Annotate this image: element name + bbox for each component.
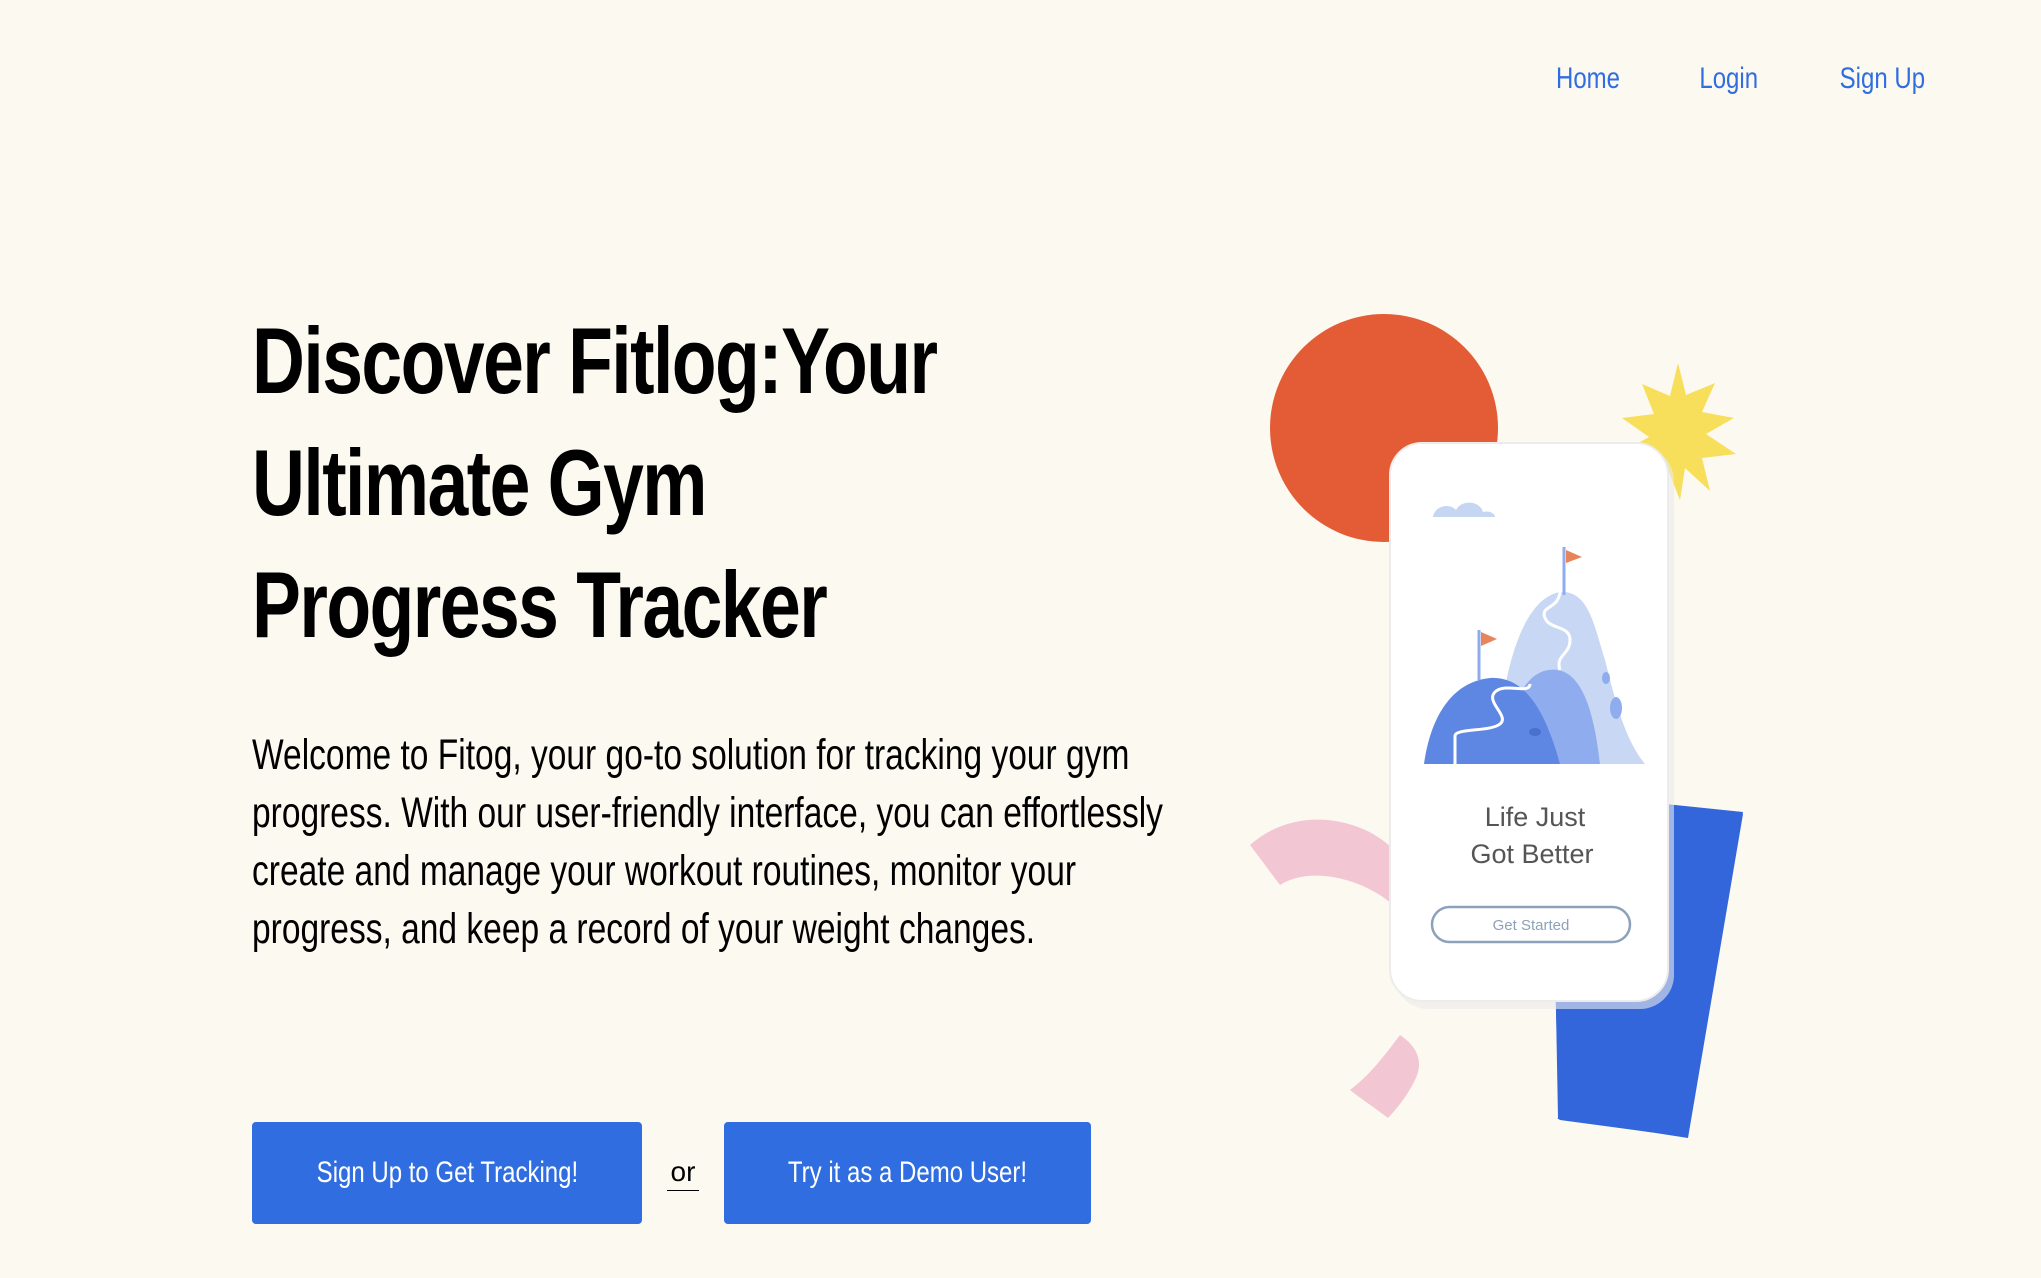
or-separator: or	[642, 1156, 724, 1191]
demo-user-button[interactable]: Try it as a Demo User!	[724, 1122, 1091, 1224]
signup-cta-label: Sign Up to Get Tracking!	[316, 1156, 578, 1189]
pink-arc-shape	[1250, 819, 1405, 920]
phone-tagline-line2: Got Better	[1470, 839, 1593, 869]
hero-description: Welcome to Fitog, your go-to solution fo…	[252, 731, 1163, 953]
hero-illustration: Life Just Got Better Get Started	[1250, 314, 1743, 1138]
nav-login-link[interactable]: Login	[1699, 62, 1758, 96]
demo-user-label: Try it as a Demo User!	[787, 1156, 1028, 1189]
top-nav: Home Login Sign Up	[1548, 62, 1936, 96]
nav-signup-link[interactable]: Sign Up	[1840, 62, 1925, 96]
signup-cta-button[interactable]: Sign Up to Get Tracking!	[252, 1122, 642, 1224]
nav-home-link[interactable]: Home	[1556, 62, 1620, 96]
hero-title: Discover Fitlog:Your Ultimate Gym Progre…	[252, 308, 938, 657]
phone-tagline-line1: Life Just	[1485, 802, 1586, 832]
or-label: or	[666, 1156, 700, 1191]
cta-row: Sign Up to Get Tracking! or Try it as a …	[252, 1122, 1091, 1224]
phone-get-started-label: Get Started	[1493, 917, 1570, 934]
pink-arc-lower-shape	[1350, 1035, 1420, 1118]
